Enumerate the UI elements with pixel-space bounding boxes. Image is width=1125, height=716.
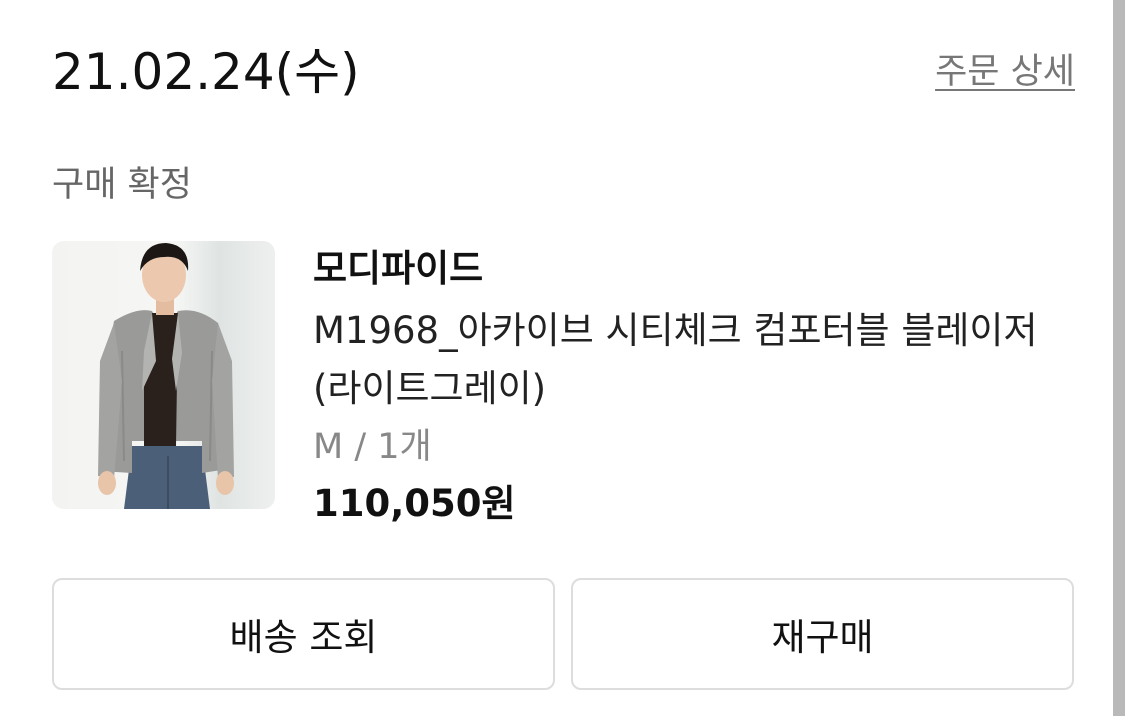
track-delivery-button[interactable]: 배송 조회 bbox=[52, 578, 555, 690]
product-price: 110,050원 bbox=[313, 482, 516, 525]
product-option: M / 1개 bbox=[313, 427, 432, 467]
order-status: 구매 확정 bbox=[52, 165, 192, 205]
product-name: M1968_아카이브 시티체크 컴포터블 블레이저 (라이트그레이) bbox=[313, 309, 1038, 410]
order-date: 21.02.24(수) bbox=[52, 43, 360, 101]
order-card: 21.02.24(수) 주문 상세 구매 확정 모디파이드 M1968_아카이브… bbox=[0, 0, 1125, 716]
order-detail-link[interactable]: 주문 상세 bbox=[935, 50, 1075, 94]
product-image[interactable] bbox=[52, 241, 275, 509]
brand-name: 모디파이드 bbox=[313, 247, 484, 290]
scrollbar[interactable] bbox=[1113, 0, 1125, 716]
product-info[interactable]: 모디파이드 M1968_아카이브 시티체크 컴포터블 블레이저 (라이트그레이)… bbox=[313, 244, 1073, 528]
rebuy-button[interactable]: 재구매 bbox=[571, 578, 1074, 690]
